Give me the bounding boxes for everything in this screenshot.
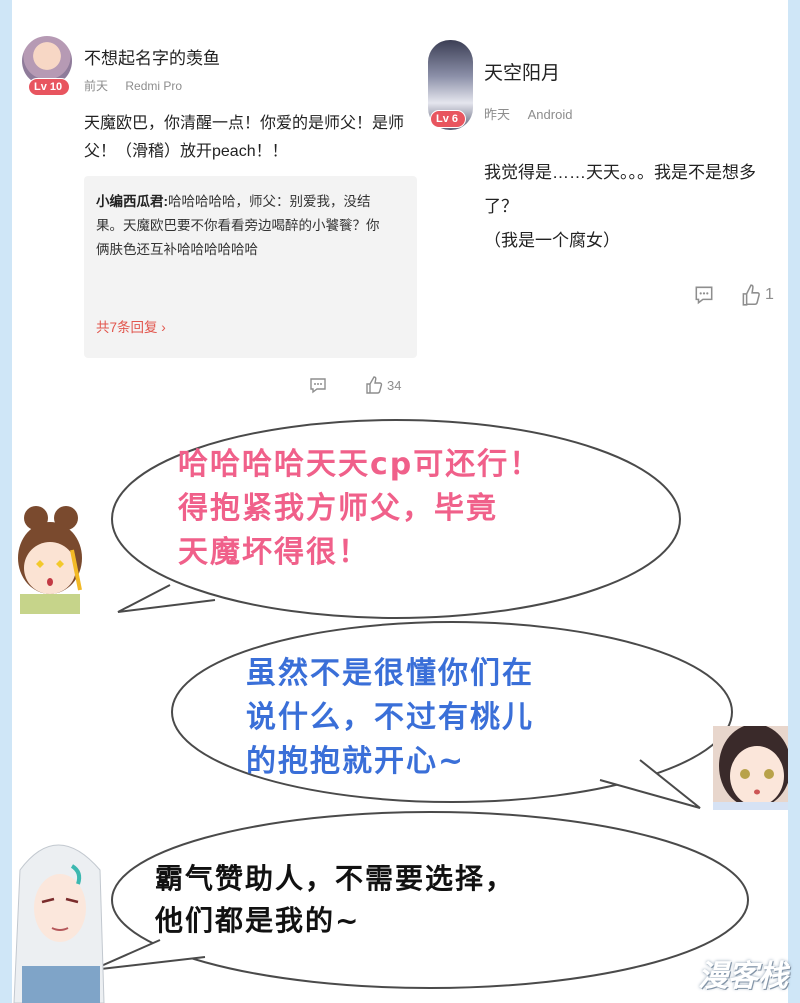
site-watermark: 漫客栈 bbox=[698, 959, 788, 994]
character-portrait-girl-buns bbox=[12, 496, 82, 614]
speech-line: 虽然不是很懂你们在 bbox=[246, 656, 534, 691]
speech-line: 他们都是我的~ bbox=[155, 904, 361, 937]
character-portrait-girl-dark-hair bbox=[713, 726, 788, 810]
character-portrait-white-hair-man bbox=[12, 830, 107, 1003]
speech-text-2: 虽然不是很懂你们在 说什么，不过有桃儿 的抱抱就开心~ bbox=[246, 652, 534, 784]
speech-text-3: 霸气赞助人，不需要选择， 他们都是我的~ bbox=[155, 858, 515, 942]
speech-line: 说什么，不过有桃儿 bbox=[246, 700, 534, 735]
speech-line: 霸气赞助人，不需要选择， bbox=[155, 862, 516, 895]
speech-line: 得抱紧我方师父，毕竟 bbox=[178, 491, 498, 526]
speech-line: 哈哈哈哈天天cp可还行！ bbox=[178, 447, 542, 482]
speech-line: 天魔坏得很！ bbox=[178, 535, 370, 570]
speech-line: 的抱抱就开心~ bbox=[246, 744, 466, 779]
speech-text-1: 哈哈哈哈天天cp可还行！ 得抱紧我方师父，毕竟 天魔坏得很！ bbox=[178, 443, 541, 575]
